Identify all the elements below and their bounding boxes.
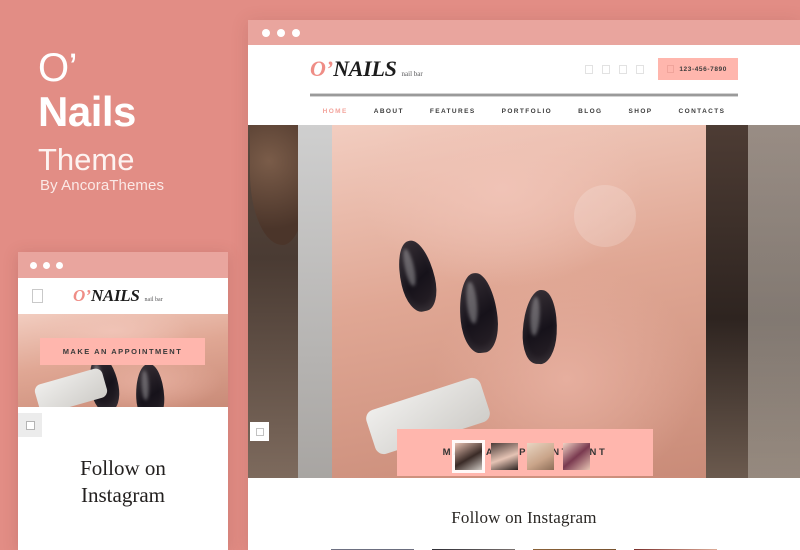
logo-tagline: nail bar [401,70,423,78]
promo-title-line-2: Nails [38,87,136,135]
promo-title-line-1: O’ [38,46,78,90]
mobile-slider-prev-button[interactable] [18,413,42,437]
instagram-section: Follow on Instagram [248,478,800,550]
site-header: O’ NAILS nail bar 123-456-7890 HOME ABOU… [248,45,800,125]
nav-item-contacts[interactable]: CONTACTS [679,108,726,115]
window-close-dot[interactable] [262,28,270,37]
mobile-make-appointment-button[interactable]: MAKE AN APPOINTMENT [40,338,205,365]
hero-decor-circle [574,185,636,247]
mobile-window-minimize-dot[interactable] [43,261,50,269]
nav-item-portfolio[interactable]: PORTFOLIO [502,108,553,115]
facebook-icon[interactable] [585,64,594,74]
hamburger-menu-icon[interactable] [32,289,43,303]
desktop-browser-window: O’ NAILS nail bar 123-456-7890 HOME ABOU… [248,20,800,550]
logo-name: NAILS [333,56,397,81]
phone-icon [667,65,675,73]
pinterest-icon[interactable] [636,64,645,74]
social-icon-list [585,64,645,74]
hero-thumbnail-1[interactable] [455,443,482,470]
hero-thumbnail-4[interactable] [563,443,590,470]
promo-byline: By AncoraThemes [40,177,165,194]
instagram-heading: Follow on Instagram [451,508,597,527]
mobile-instagram-heading: Follow on Instagram [80,456,166,507]
main-navigation: HOME ABOUT FEATURES PORTFOLIO BLOG SHOP … [310,97,738,125]
mobile-site-logo[interactable]: O’ NAILS nail bar [73,286,163,306]
mobile-logo-name: NAILS [90,286,140,305]
nav-item-blog[interactable]: BLOG [578,108,602,115]
mobile-window-maximize-dot[interactable] [56,261,63,269]
promo-title-line-3: Theme [38,141,135,177]
header-top-bar: O’ NAILS nail bar 123-456-7890 [310,45,738,93]
phone-button[interactable]: 123-456-7890 [658,58,738,80]
hero-background-image [248,125,800,478]
window-maximize-dot[interactable] [292,28,300,37]
hero-slider-prev-button[interactable] [250,422,269,441]
hero-thumbnail-2[interactable] [491,443,518,470]
twitter-icon[interactable] [602,64,611,74]
mobile-logo-tagline: nail bar [144,297,163,303]
slider-prev-icon [255,427,264,436]
page-title: O’ Nails Theme [38,48,238,175]
mobile-site-header: O’ NAILS nail bar [18,278,228,314]
header-right-group: 123-456-7890 [585,58,738,80]
instagram-icon[interactable] [619,64,628,74]
hero-slider: MAKE AN APPOINTMENT [248,125,800,478]
hero-photo-right-strip [706,125,800,478]
mobile-logo-initial: O’ [73,286,91,305]
mobile-browser-window: O’ NAILS nail bar MAKE AN APPOINTMENT Fo… [18,252,228,550]
mobile-slider-prev-icon [25,420,35,430]
nav-item-features[interactable]: FEATURES [430,108,476,115]
nav-item-home[interactable]: HOME [323,108,348,115]
nav-item-shop[interactable]: SHOP [629,108,653,115]
hero-thumbnail-strip [455,443,590,470]
mobile-window-titlebar [18,252,228,278]
hero-thumbnail-3[interactable] [527,443,554,470]
desktop-window-titlebar [248,20,800,45]
nav-item-about[interactable]: ABOUT [374,108,404,115]
logo-initial: O’ [310,56,334,81]
window-minimize-dot[interactable] [277,28,285,37]
mobile-window-close-dot[interactable] [30,261,37,269]
mobile-hero-slider: MAKE AN APPOINTMENT [18,314,228,407]
phone-number: 123-456-7890 [679,65,727,73]
site-logo[interactable]: O’ NAILS nail bar [310,56,423,82]
